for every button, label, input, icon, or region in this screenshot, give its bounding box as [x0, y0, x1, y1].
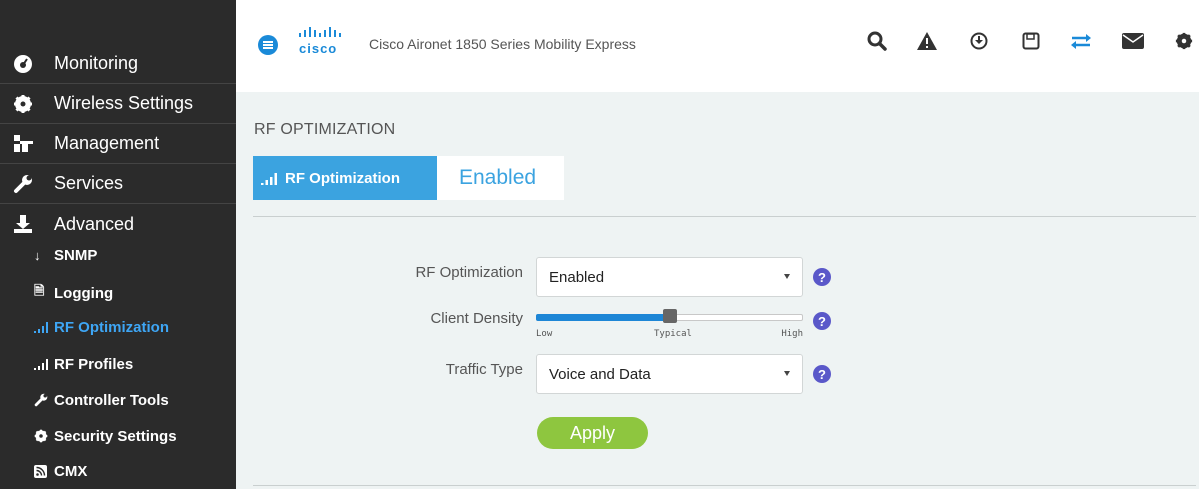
subnav-snmp[interactable]: ↓ SNMP — [34, 240, 97, 270]
caret-down-icon — [784, 371, 790, 376]
gear-icon — [34, 429, 54, 443]
traffic-type-value: Voice and Data — [549, 365, 651, 383]
client-density-label: Client Density — [430, 310, 523, 327]
gear-icon — [0, 94, 40, 114]
slider-fill — [536, 314, 670, 321]
slider-thumb[interactable] — [663, 309, 677, 323]
nav-management[interactable]: Management — [0, 124, 236, 164]
nav-advanced[interactable]: Advanced — [0, 204, 236, 244]
subnav-label: RF Profiles — [54, 355, 134, 373]
tab-status: Enabled — [437, 156, 564, 200]
nav-services[interactable]: Services — [0, 164, 236, 204]
tick-typical: Typical — [654, 329, 692, 339]
document-icon: 🗎 — [34, 283, 45, 298]
subnav-label: Controller Tools — [54, 391, 169, 409]
subnav-controller-tools[interactable]: Controller Tools — [34, 385, 169, 415]
tab-label: RF Optimization — [285, 169, 400, 187]
settings-icon[interactable] — [1173, 30, 1195, 52]
client-density-slider[interactable]: Low Typical High — [536, 307, 803, 339]
wrench-icon — [0, 174, 40, 194]
download-icon — [0, 214, 40, 234]
subnav-rf-profiles[interactable]: RF Profiles — [34, 349, 133, 379]
mail-icon[interactable] — [1122, 30, 1144, 52]
warning-icon[interactable] — [916, 30, 938, 52]
wrench-icon — [34, 393, 54, 407]
sidebar: Monitoring Wireless Settings Management … — [0, 0, 236, 489]
subnav-cmx[interactable]: CMX — [34, 456, 87, 486]
subnav-label: RF Optimization — [54, 318, 169, 336]
nav-label: Advanced — [54, 213, 135, 234]
rf-optimization-label: RF Optimization — [415, 264, 523, 281]
subnav-label: Security Settings — [54, 427, 177, 445]
save-icon[interactable] — [1020, 30, 1042, 52]
subnav-label: SNMP — [54, 246, 98, 264]
signal-bars-icon — [261, 172, 277, 185]
download-circle-icon[interactable] — [968, 30, 990, 52]
nav-wireless-settings[interactable]: Wireless Settings — [0, 84, 236, 124]
dashboard-icon — [0, 54, 40, 74]
tab-rf-optimization[interactable]: RF Optimization — [253, 156, 437, 200]
search-icon[interactable] — [866, 30, 888, 52]
divider — [253, 216, 1196, 217]
arrow-down-icon: ↓ — [34, 247, 41, 263]
subnav-logging[interactable]: 🗎 Logging — [34, 278, 113, 308]
divider — [253, 485, 1196, 486]
menu-toggle-button[interactable] — [258, 35, 278, 55]
main-content: RF OPTIMIZATION RF Optimization Enabled … — [236, 92, 1199, 489]
subnav-security-settings[interactable]: Security Settings — [34, 421, 177, 451]
section-title: RF OPTIMIZATION — [254, 121, 396, 138]
nav-label: Management — [54, 133, 160, 153]
help-icon[interactable]: ? — [813, 365, 831, 383]
nav-monitoring[interactable]: Monitoring — [0, 44, 236, 84]
tick-high: High — [781, 329, 803, 339]
signal-bars-icon — [34, 358, 54, 370]
subnav-rf-optimization[interactable]: RF Optimization — [34, 312, 169, 342]
tick-low: Low — [536, 329, 553, 339]
help-icon[interactable]: ? — [813, 268, 831, 286]
help-icon[interactable]: ? — [813, 312, 831, 330]
rss-icon — [34, 464, 54, 478]
rf-optimization-select[interactable]: Enabled — [536, 257, 803, 297]
cisco-bars-icon — [299, 27, 341, 37]
nav-label: Monitoring — [54, 53, 139, 73]
signal-bars-icon — [34, 321, 54, 333]
cisco-wordmark: cisco — [299, 41, 338, 56]
sitemap-icon — [0, 134, 40, 154]
header: cisco Cisco Aironet 1850 Series Mobility… — [236, 0, 1199, 92]
rf-optimization-value: Enabled — [549, 268, 605, 286]
app-title: Cisco Aironet 1850 Series Mobility Expre… — [369, 36, 636, 52]
cisco-logo: cisco — [299, 27, 347, 56]
apply-button[interactable]: Apply — [537, 417, 648, 449]
subnav-label: CMX — [54, 462, 88, 480]
nav-label: Services — [54, 173, 124, 193]
subnav-label: Logging — [54, 284, 114, 302]
traffic-type-select[interactable]: Voice and Data — [536, 354, 803, 394]
caret-down-icon — [784, 274, 790, 279]
transfer-icon[interactable] — [1070, 30, 1092, 52]
traffic-type-label: Traffic Type — [445, 361, 523, 378]
nav-label: Wireless Settings — [54, 93, 194, 113]
